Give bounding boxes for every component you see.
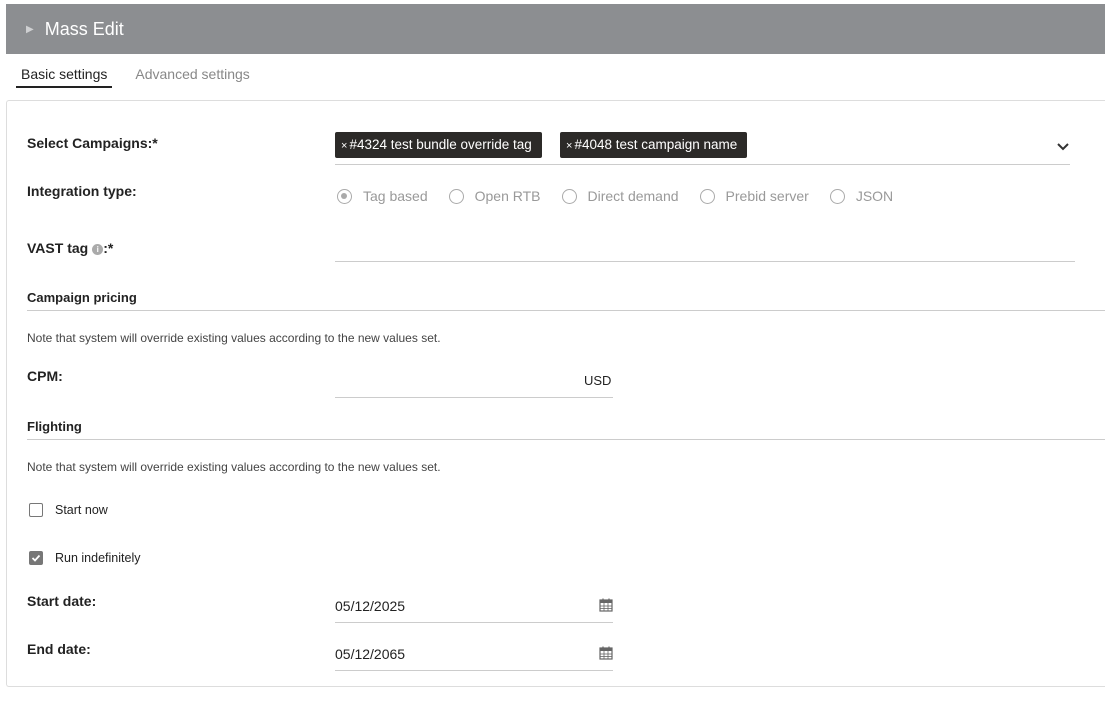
start-now-checkbox[interactable]: Start now [29, 503, 108, 517]
checkbox-label: Start now [55, 503, 108, 517]
radio-circle[interactable] [829, 188, 845, 204]
campaigns-select[interactable]: × #4324 test bundle override tag × #4048 t… [335, 131, 1070, 165]
campaign-tag: × #4048 test campaign name [560, 132, 748, 158]
start-date-input[interactable]: 05/12/2025 [335, 598, 405, 614]
settings-tabs: Basic settings Advanced settings [16, 62, 273, 88]
radio-label: JSON [855, 188, 894, 204]
radio-label: Open RTB [474, 188, 541, 204]
start-date-label: Start date: [27, 593, 97, 609]
vast-tag-input[interactable] [335, 261, 1075, 262]
end-date-input[interactable]: 05/12/2065 [335, 646, 405, 662]
currency-suffix: USD [584, 373, 612, 388]
checkbox-label: Run indefinitely [55, 551, 141, 565]
radio-json[interactable]: JSON [829, 188, 894, 204]
radio-prebid-server[interactable]: Prebid server [699, 188, 809, 204]
calendar-icon[interactable] [599, 646, 613, 660]
remove-tag-icon[interactable]: × [566, 140, 572, 152]
calendar-icon[interactable] [599, 598, 613, 612]
radio-circle[interactable] [699, 188, 715, 204]
vast-tag-label-text: VAST tag [27, 240, 89, 256]
required-marker: :* [103, 240, 114, 256]
cpm-label: CPM: [27, 368, 63, 384]
tab-advanced-settings[interactable]: Advanced settings [130, 62, 254, 88]
mass-edit-header[interactable]: ▶ Mass Edit [6, 4, 1105, 54]
campaign-tag-label: #4324 test bundle override tag [349, 137, 532, 152]
tab-basic-settings[interactable]: Basic settings [16, 62, 113, 88]
start-date-underline [335, 622, 613, 623]
checkmark-icon [31, 554, 41, 562]
cpm-input[interactable] [335, 397, 613, 398]
campaign-tag: × #4324 test bundle override tag [335, 132, 542, 158]
radio-circle[interactable] [561, 188, 577, 204]
header-title: Mass Edit [44, 18, 124, 39]
integration-type-radio-group: Tag based Open RTB Direct demand Prebid … [337, 188, 914, 204]
chevron-down-icon[interactable] [1056, 141, 1070, 153]
radio-direct-demand[interactable]: Direct demand [561, 188, 679, 204]
radio-label: Direct demand [587, 188, 679, 204]
campaign-pricing-title: Campaign pricing [27, 290, 137, 305]
flighting-note: Note that system will override existing … [27, 460, 441, 474]
flighting-title: Flighting [27, 419, 82, 434]
radio-label: Tag based [363, 188, 428, 204]
vast-tag-label: VAST tag i:* [27, 240, 113, 256]
radio-circle[interactable] [448, 188, 464, 204]
triangle-right-icon[interactable]: ▶ [26, 24, 34, 35]
radio-circle[interactable] [337, 188, 352, 204]
select-campaigns-label: Select Campaigns:* [27, 135, 158, 151]
radio-tag-based[interactable]: Tag based [337, 188, 428, 204]
end-date-label: End date: [27, 641, 91, 657]
info-icon[interactable]: i [92, 243, 104, 255]
checkbox-box[interactable] [29, 551, 43, 565]
section-divider [27, 310, 1105, 311]
pricing-note: Note that system will override existing … [27, 331, 441, 345]
campaign-tag-label: #4048 test campaign name [574, 137, 738, 152]
section-divider [27, 439, 1105, 440]
run-indefinitely-checkbox[interactable]: Run indefinitely [29, 551, 140, 565]
radio-label: Prebid server [725, 188, 809, 204]
end-date-underline [335, 670, 613, 671]
radio-open-rtb[interactable]: Open RTB [448, 188, 541, 204]
integration-type-label: Integration type: [27, 183, 137, 199]
remove-tag-icon[interactable]: × [341, 140, 347, 152]
checkbox-box[interactable] [29, 503, 43, 517]
